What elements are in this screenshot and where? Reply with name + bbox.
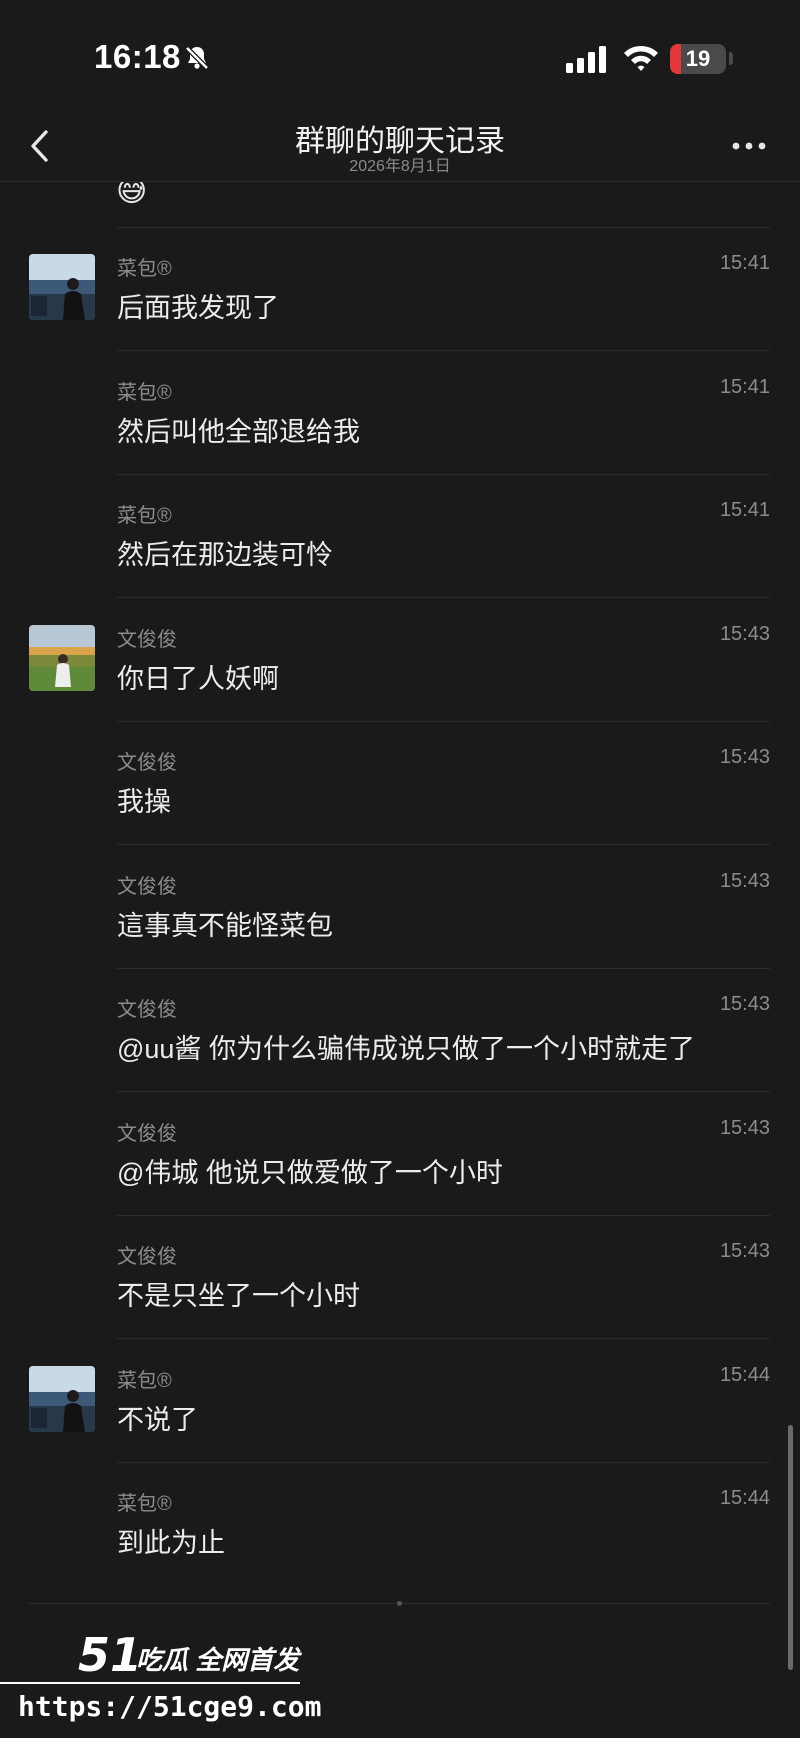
- battery-tip: [729, 52, 733, 65]
- watermark-logo: 51 吃瓜 全网首发: [70, 1628, 330, 1684]
- message-text: @伟城 他说只做爱做了一个小时: [117, 1157, 503, 1188]
- message-text: 到此为止: [117, 1528, 225, 1558]
- message-row[interactable]: 菜包® 15:44 不说了: [0, 1340, 800, 1463]
- message-text: 你日了人妖啊: [117, 663, 279, 694]
- message-row[interactable]: 文俊俊 15:43 不是只坐了一个小时: [0, 1216, 800, 1339]
- message-time: 15:41: [719, 499, 770, 521]
- sender-name: 文俊俊: [117, 628, 177, 651]
- battery-level: 19: [685, 46, 711, 71]
- scrollbar[interactable]: [788, 1425, 793, 1670]
- message-text: 不说了: [117, 1404, 198, 1435]
- message-text: 后面我发现了: [117, 293, 279, 323]
- message-row[interactable]: 文俊俊 15:43 我操: [0, 722, 800, 845]
- sender-name: 文俊俊: [117, 1122, 177, 1145]
- message-time: 15:43: [719, 622, 770, 645]
- message-time: 15:43: [719, 1240, 770, 1262]
- cellular-signal-icon: [566, 46, 606, 73]
- message-row[interactable]: 菜包® 15:41 然后叫他全部退给我: [0, 352, 800, 475]
- message-text: 這事真不能怪菜包: [117, 910, 333, 941]
- message-row[interactable]: 文俊俊 15:43 這事真不能怪菜包: [0, 846, 800, 969]
- nav-bar: 群聊的聊天记录 2026年8月1日: [0, 110, 800, 182]
- more-options-icon[interactable]: [730, 136, 770, 156]
- message-time: 15:43: [719, 746, 770, 768]
- sender-name: 文俊俊: [117, 1246, 177, 1268]
- sweat-smile-emoji: 😅: [116, 182, 148, 208]
- message-list[interactable]: 😅 菜包® 15:41 后面我发现了 菜包® 15:41 然后叫他全部退给我 菜包® 15:4…: [0, 182, 800, 1602]
- list-end-dot: [397, 1601, 402, 1606]
- watermark-tagline: 吃瓜 全网首发: [136, 1645, 300, 1675]
- sender-name: 菜包®: [117, 258, 172, 280]
- avatar[interactable]: [29, 254, 95, 320]
- sender-name: 文俊俊: [117, 752, 177, 774]
- message-row[interactable]: 菜包® 15:41 后面我发现了: [0, 228, 800, 351]
- message-row[interactable]: 文俊俊 15:43 你日了人妖啊: [0, 599, 800, 722]
- message-text: @uu酱 你为什么骗伟成说只做了一个小时就走了: [117, 1034, 695, 1064]
- message-row[interactable]: 菜包® 15:41 然后在那边装可怜: [0, 475, 800, 598]
- message-time: 15:44: [719, 1487, 770, 1509]
- message-text: 然后叫他全部退给我: [117, 416, 360, 447]
- watermark-underline: [0, 1682, 300, 1684]
- battery-indicator: 19: [670, 44, 726, 74]
- wifi-icon: [624, 45, 658, 71]
- message-text: 我操: [117, 787, 171, 817]
- watermark-number: 51: [78, 1628, 143, 1682]
- status-bar: 16:18 19: [0, 0, 800, 110]
- message-row[interactable]: 文俊俊 15:43 @伟城 他说只做爱做了一个小时: [0, 1093, 800, 1216]
- sender-name: 文俊俊: [117, 999, 177, 1021]
- sender-name: 菜包®: [117, 1493, 172, 1515]
- sender-name: 文俊俊: [117, 875, 177, 898]
- sender-name: 菜包®: [117, 381, 172, 404]
- message-time: 15:43: [719, 1116, 770, 1139]
- message-time: 15:41: [719, 375, 770, 398]
- message-row[interactable]: 菜包® 15:44 到此为止: [0, 1463, 800, 1586]
- avatar[interactable]: [29, 624, 95, 691]
- sender-name: 菜包®: [117, 505, 172, 527]
- message-text: 然后在那边装可怜: [117, 540, 333, 570]
- avatar[interactable]: [29, 1365, 95, 1432]
- message-row[interactable]: 文俊俊 15:43 @uu酱 你为什么骗伟成说只做了一个小时就走了: [0, 969, 800, 1092]
- status-time: 16:18: [94, 38, 181, 75]
- sender-name: 菜包®: [117, 1369, 172, 1392]
- message-time: 15:44: [719, 1363, 770, 1386]
- watermark-url: https://51cge9.com: [18, 1690, 322, 1723]
- bell-muted-icon: [185, 46, 209, 70]
- message-text: 不是只坐了一个小时: [117, 1281, 360, 1311]
- message-time: 15:43: [719, 993, 770, 1015]
- message-time: 15:41: [719, 252, 770, 274]
- page-date: 2026年8月1日: [349, 158, 451, 175]
- message-time: 15:43: [719, 869, 770, 892]
